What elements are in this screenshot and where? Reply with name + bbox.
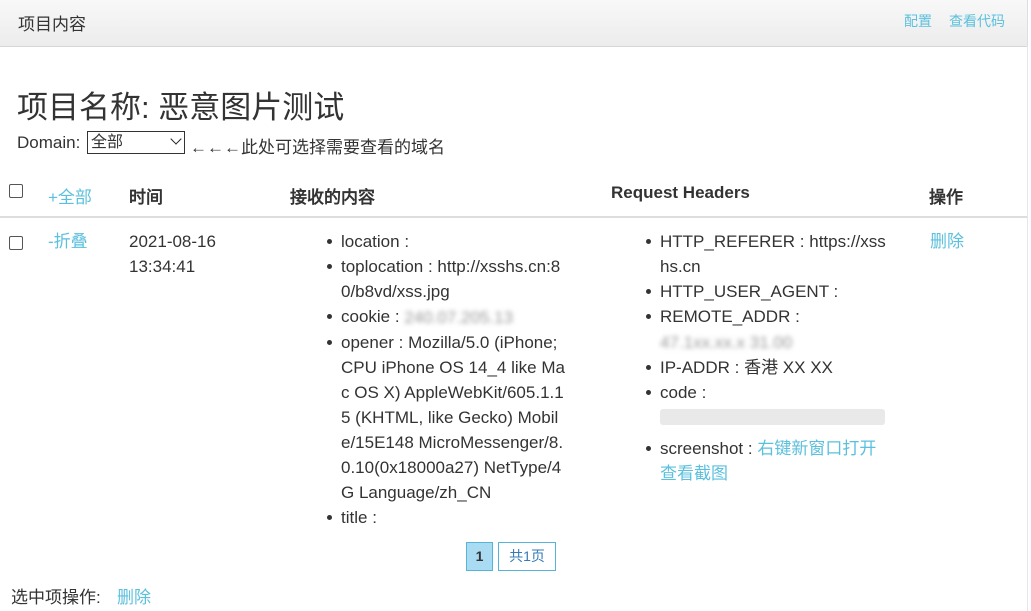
table-header-divider <box>0 216 1027 218</box>
received-content: location : toplocation : http://xsshs.cn… <box>327 229 566 530</box>
list-item: HTTP_REFERER : https://xsshs.cn <box>646 229 888 279</box>
list-item: screenshot : 右键新窗口打开查看截图 <box>646 436 888 486</box>
domain-select[interactable]: 全部 <box>87 131 185 154</box>
navbar-brand[interactable]: 项目内容 <box>18 10 86 35</box>
content-right-border <box>1027 46 1028 611</box>
list-item: code : <box>646 380 888 432</box>
header-request-headers: Request Headers <box>611 183 750 202</box>
select-all-checkbox[interactable] <box>9 184 23 198</box>
chevron-down-icon <box>170 133 182 145</box>
request-headers-cell: HTTP_REFERER : https://xsshs.cn HTTP_USE… <box>646 229 888 486</box>
page-1-button[interactable]: 1 <box>466 542 493 571</box>
header-content: 接收的内容 <box>290 188 375 207</box>
content-list: location : toplocation : http://xsshs.cn… <box>327 229 566 530</box>
view-code-link[interactable]: 查看代码 <box>949 11 1005 31</box>
remote-addr-redacted: 47.1xx.xx.x 31.00 <box>660 333 793 353</box>
domain-select-value: 全部 <box>91 134 124 151</box>
list-item: cookie : 240.07.205.13 <box>327 304 566 330</box>
page-title: 项目名称: 恶意图片测试 <box>17 90 345 125</box>
list-item: location : <box>327 229 566 254</box>
row-date: 2021-08-16 <box>129 232 216 251</box>
row-delete-link[interactable]: 删除 <box>930 229 964 254</box>
domain-hint: ←←←此处可选择需要查看的域名 <box>190 138 445 157</box>
top-navbar: 项目内容 配置 查看代码 <box>0 0 1028 47</box>
header-time: 时间 <box>129 188 163 207</box>
list-item: opener : Mozilla/5.0 (iPhone; CPU iPhone… <box>327 330 566 505</box>
list-item: HTTP_USER_AGENT : <box>646 279 888 304</box>
row-clock: 13:34:41 <box>129 257 196 276</box>
expand-all-link[interactable]: +全部 <box>48 183 92 208</box>
list-item: toplocation : http://xsshs.cn:80/b8vd/xs… <box>327 254 566 304</box>
list-item: REMOTE_ADDR : 47.1xx.xx.x 31.00 <box>646 304 888 355</box>
headers-list: HTTP_REFERER : https://xsshs.cn HTTP_USE… <box>646 229 888 486</box>
page-total-button[interactable]: 共1页 <box>498 542 556 571</box>
code-value-redacted <box>660 409 885 426</box>
collapse-link[interactable]: -折叠 <box>48 229 88 254</box>
config-link[interactable]: 配置 <box>904 11 932 31</box>
list-item: title : <box>327 505 566 530</box>
row-checkbox[interactable] <box>9 236 23 250</box>
header-actions: 操作 <box>929 188 963 207</box>
row-time: 2021-08-16 13:34:41 <box>129 229 216 279</box>
list-item: IP-ADDR : 香港 XX XX <box>646 355 888 380</box>
cookie-value-redacted: 240.07.205.13 <box>404 308 514 328</box>
bulk-action-label: 选中项操作: <box>11 588 101 607</box>
bulk-delete-link[interactable]: 删除 <box>117 583 151 608</box>
domain-label: Domain: <box>17 133 81 152</box>
